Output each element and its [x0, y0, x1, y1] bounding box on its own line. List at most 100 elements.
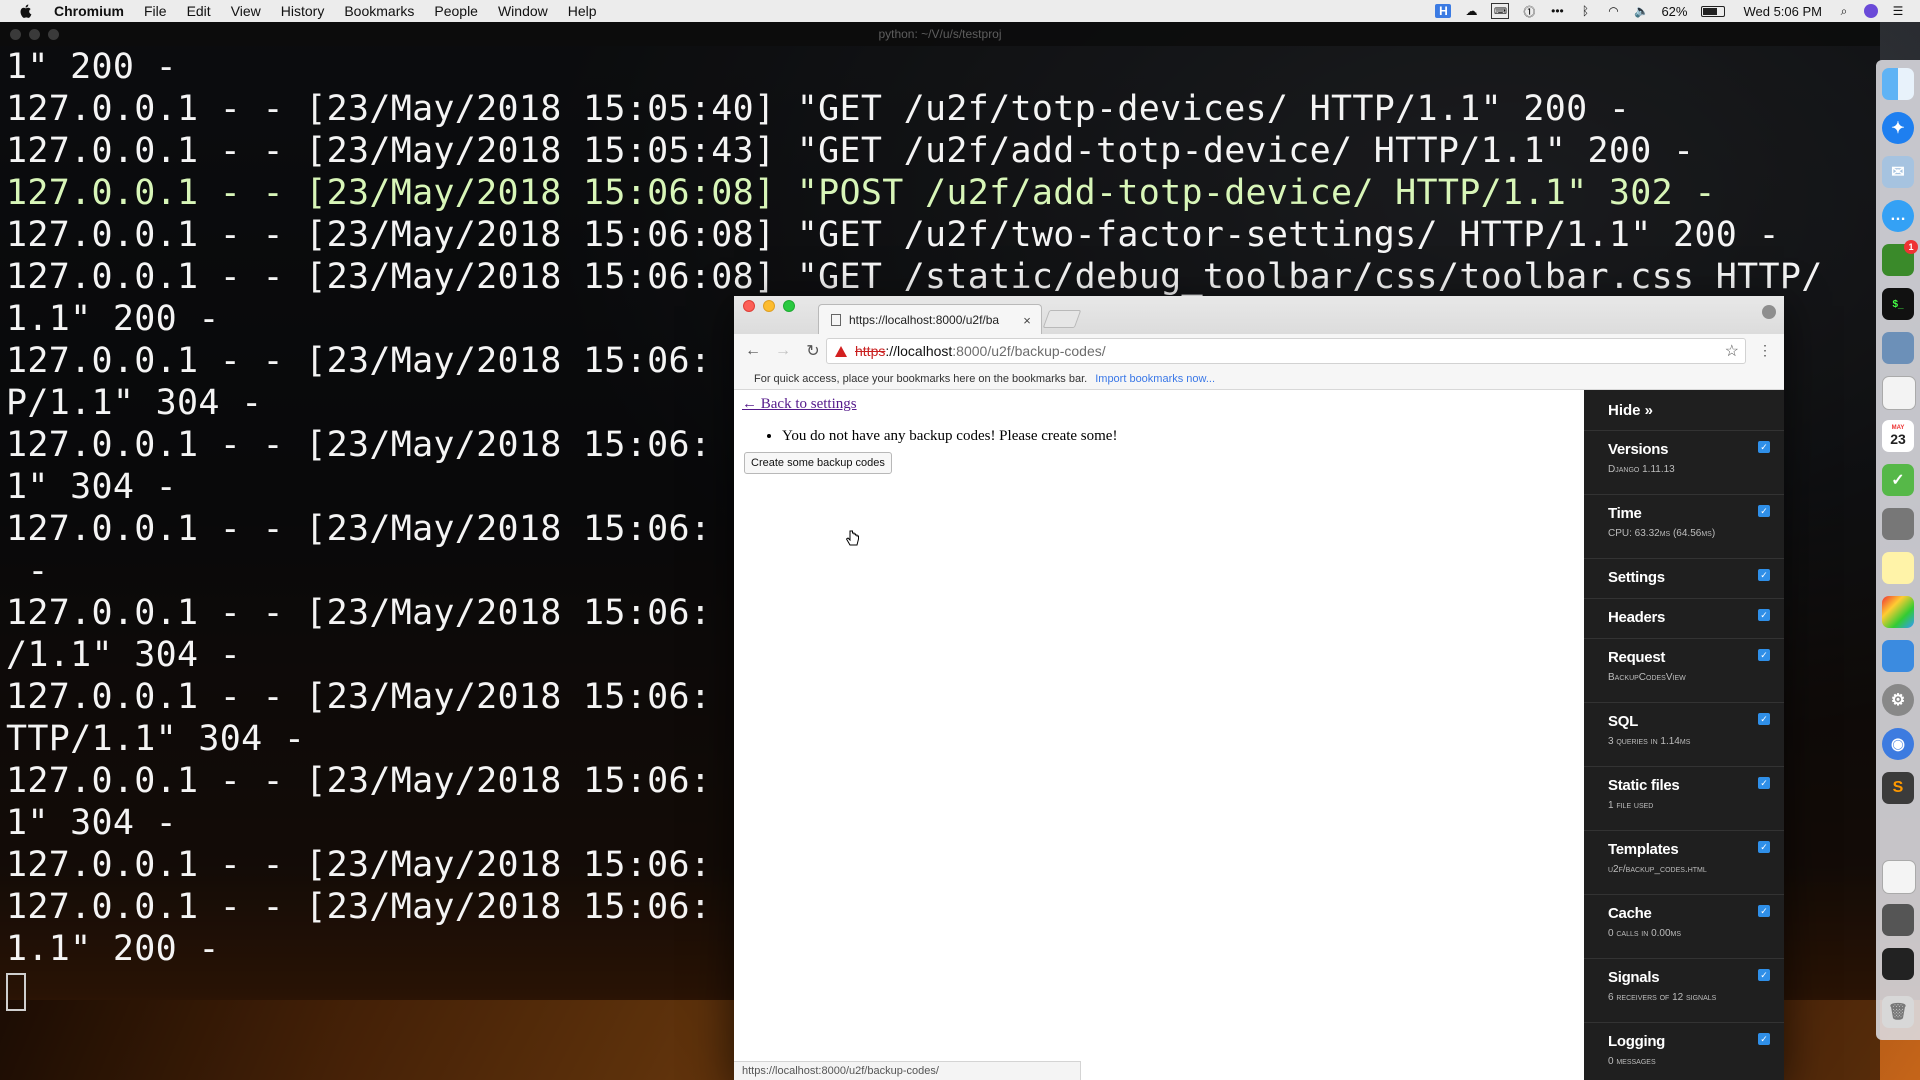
chromium-icon[interactable]: ◉	[1882, 728, 1914, 760]
sublime-icon[interactable]: S	[1882, 772, 1914, 804]
terminal-cursor	[6, 973, 26, 1011]
volume-icon[interactable]: 🔈	[1633, 4, 1649, 18]
panel-toggle-checkbox[interactable]: ✓	[1758, 905, 1770, 917]
menu-bookmarks[interactable]: Bookmarks	[344, 3, 414, 19]
debug-toolbar: Hide » Versions Django 1.11.13 ✓ Time CPU: 6…	[1584, 390, 1784, 1080]
close-window-icon[interactable]	[743, 300, 755, 312]
panel-toggle-checkbox[interactable]: ✓	[1758, 969, 1770, 981]
bookmark-star-icon[interactable]: ☆	[1725, 341, 1739, 361]
debug-panel-name: Settings	[1608, 569, 1665, 586]
debug-panel-request[interactable]: Request BackupCodesView ✓	[1584, 639, 1784, 703]
spotlight-icon[interactable]: ⌕	[1836, 4, 1852, 18]
terminal-app-icon[interactable]: $_	[1882, 288, 1914, 320]
more-icon[interactable]: •••	[1549, 4, 1565, 18]
finder-icon[interactable]	[1882, 68, 1914, 100]
bluetooth-icon[interactable]: ᛒ	[1577, 4, 1593, 18]
keyboard-icon[interactable]: ⌨	[1491, 3, 1510, 19]
debug-panel-sql[interactable]: SQL 3 queries in 1.14ms ✓	[1584, 703, 1784, 767]
bookmarks-prompt: For quick access, place your bookmarks h…	[754, 372, 1088, 385]
reload-icon[interactable]: ↻	[802, 340, 824, 362]
terminal-line: 127.0.0.1 - - [23/May/2018 15:06:08] "PO…	[6, 173, 1716, 213]
app-badge-icon[interactable]: 1	[1882, 240, 1918, 276]
wifi-icon[interactable]: ◠	[1605, 4, 1621, 18]
debug-toolbar-hide-button[interactable]: Hide »	[1584, 390, 1784, 431]
apple-icon[interactable]	[18, 3, 34, 19]
tab-backup-codes[interactable]: https://localhost:8000/u2f/ba ×	[818, 304, 1042, 335]
menu-view[interactable]: View	[231, 3, 261, 19]
panel-toggle-checkbox[interactable]: ✓	[1758, 713, 1770, 725]
panel-toggle-checkbox[interactable]: ✓	[1758, 505, 1770, 517]
color-picker-icon[interactable]	[1882, 596, 1914, 628]
pencil-app-icon[interactable]	[1882, 508, 1914, 540]
debug-panel-name: SQL	[1608, 713, 1638, 730]
calendar-icon[interactable]: MAY 23	[1882, 420, 1914, 452]
menu-file[interactable]: File	[144, 3, 167, 19]
menu-help[interactable]: Help	[568, 3, 597, 19]
calendar-day: 23	[1890, 431, 1906, 447]
panel-toggle-checkbox[interactable]: ✓	[1758, 609, 1770, 621]
menu-people[interactable]: People	[434, 3, 478, 19]
messages-icon[interactable]: …	[1882, 200, 1914, 232]
keynote-icon[interactable]	[1882, 640, 1914, 672]
terminal-minimize-icon[interactable]	[29, 29, 40, 40]
minimize-window-icon[interactable]	[763, 300, 775, 312]
debug-panel-signals[interactable]: Signals 6 receivers of 12 signals ✓	[1584, 959, 1784, 1023]
notes-icon[interactable]	[1882, 552, 1914, 584]
terminal-window-thumbnail-icon[interactable]	[1882, 948, 1914, 980]
debug-panel-versions[interactable]: Versions Django 1.11.13 ✓	[1584, 431, 1784, 495]
panel-toggle-checkbox[interactable]: ✓	[1758, 569, 1770, 581]
notification-center-icon[interactable]: ☰	[1890, 4, 1906, 18]
cloud-icon[interactable]: ☁	[1463, 4, 1479, 18]
back-arrow-icon[interactable]: ←	[742, 340, 764, 362]
debug-panel-settings[interactable]: Settings ✓	[1584, 559, 1784, 599]
document-icon[interactable]	[1882, 860, 1916, 894]
profile-icon[interactable]	[1762, 305, 1776, 319]
import-bookmarks-link[interactable]: Import bookmarks now...	[1095, 373, 1215, 385]
debug-panel-static-files[interactable]: Static files 1 file used ✓	[1584, 767, 1784, 831]
not-secure-warning-icon[interactable]	[835, 345, 847, 357]
battery-percent[interactable]: 62%	[1661, 4, 1687, 19]
back-to-settings-link[interactable]: ← Back to settings	[742, 396, 857, 413]
address-bar[interactable]: https://localhost:8000/u2f/backup-codes/…	[826, 338, 1746, 364]
debug-panel-logging[interactable]: Logging 0 messages ✓	[1584, 1023, 1784, 1080]
app-h-icon[interactable]: H	[1435, 4, 1452, 18]
create-backup-codes-button[interactable]: Create some backup codes	[744, 452, 892, 474]
zoom-window-icon[interactable]	[783, 300, 795, 312]
panel-toggle-checkbox[interactable]: ✓	[1758, 777, 1770, 789]
new-tab-button[interactable]	[1042, 310, 1082, 328]
textedit-icon[interactable]	[1882, 376, 1916, 410]
tab-close-icon[interactable]: ×	[1019, 313, 1035, 328]
battery-icon[interactable]	[1701, 5, 1726, 17]
safari-icon[interactable]: ✦	[1882, 112, 1914, 144]
system-preferences-icon[interactable]: ⚙	[1882, 684, 1914, 716]
menu-app-name[interactable]: Chromium	[54, 3, 124, 19]
terminal-line: 1" 200 -	[6, 47, 177, 87]
preview-icon[interactable]	[1882, 332, 1914, 364]
onepassword-icon[interactable]: ⓵	[1521, 4, 1537, 19]
debug-panel-summary: Django 1.11.13	[1608, 464, 1675, 475]
debug-panel-headers[interactable]: Headers ✓	[1584, 599, 1784, 639]
checkmark-app-icon[interactable]: ✓	[1882, 464, 1914, 496]
terminal-close-icon[interactable]	[10, 29, 21, 40]
menu-history[interactable]: History	[281, 3, 325, 19]
panel-toggle-checkbox[interactable]: ✓	[1758, 649, 1770, 661]
debug-panel-summary: u2f/backup_codes.html	[1608, 864, 1707, 875]
terminal-zoom-icon[interactable]	[48, 29, 59, 40]
debug-panel-templates[interactable]: Templates u2f/backup_codes.html ✓	[1584, 831, 1784, 895]
panel-toggle-checkbox[interactable]: ✓	[1758, 441, 1770, 453]
page-content: ← Back to settings You do not have any b…	[734, 390, 1584, 1080]
panel-toggle-checkbox[interactable]: ✓	[1758, 841, 1770, 853]
panel-toggle-checkbox[interactable]: ✓	[1758, 1033, 1770, 1045]
menu-window[interactable]: Window	[498, 3, 548, 19]
clock[interactable]: Wed 5:06 PM	[1743, 4, 1822, 19]
forward-arrow-icon[interactable]: →	[772, 340, 794, 362]
stacked-files-icon[interactable]	[1882, 904, 1914, 936]
debug-panel-name: Templates	[1608, 841, 1679, 858]
debug-panel-cache[interactable]: Cache 0 calls in 0.00ms ✓	[1584, 895, 1784, 959]
trash-icon[interactable]: 🗑	[1882, 996, 1914, 1028]
debug-panel-time[interactable]: Time CPU: 63.32ms (64.56ms) ✓	[1584, 495, 1784, 559]
mail-icon[interactable]: ✉	[1882, 156, 1914, 188]
menu-edit[interactable]: Edit	[187, 3, 211, 19]
browser-menu-icon[interactable]: ⋮	[1758, 342, 1772, 359]
siri-icon[interactable]	[1864, 4, 1878, 18]
